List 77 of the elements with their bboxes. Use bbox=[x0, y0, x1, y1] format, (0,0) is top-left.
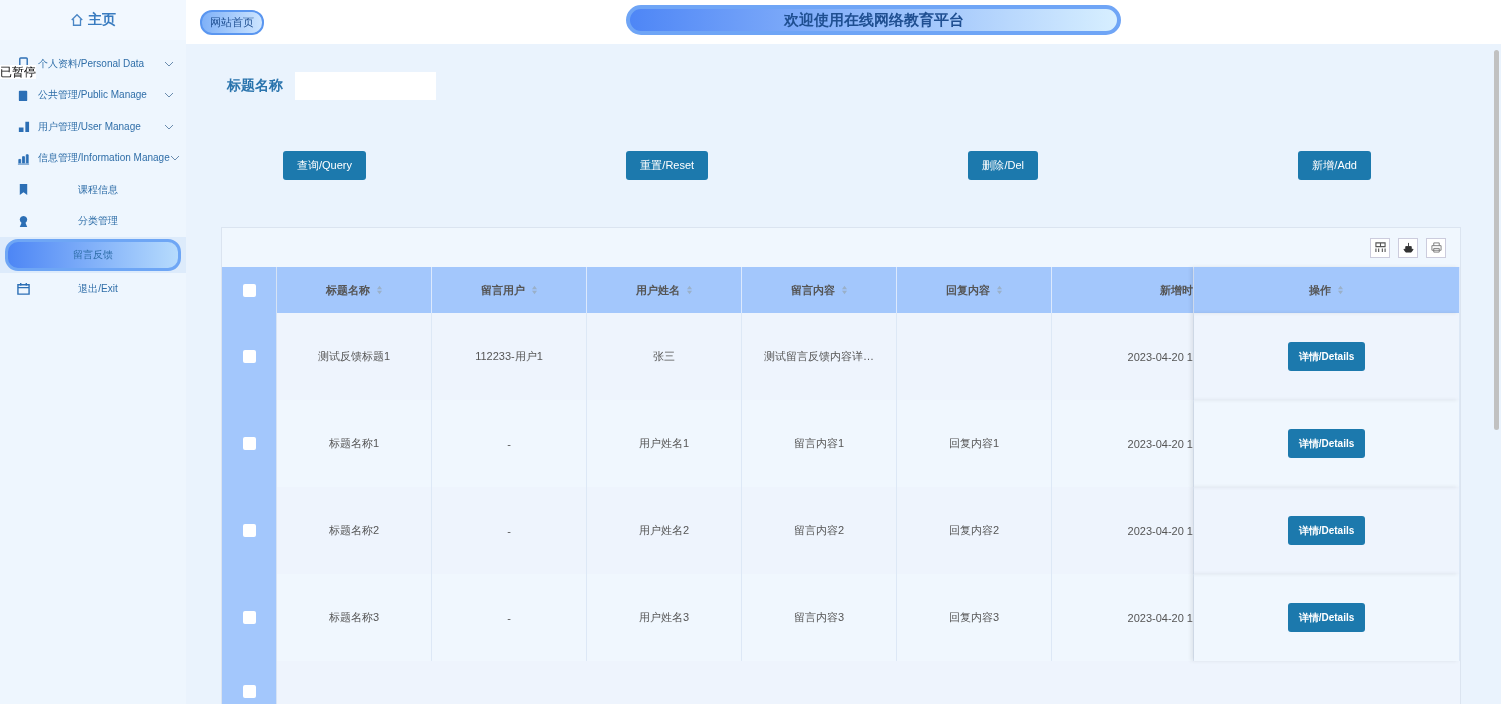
menu-icon bbox=[17, 282, 30, 296]
action-button[interactable]: 删除/Del bbox=[968, 151, 1039, 180]
table-cell: 用户姓名3 bbox=[638, 610, 690, 625]
column-header[interactable]: 留言用户 bbox=[432, 267, 587, 313]
action-button[interactable]: 查询/Query bbox=[283, 151, 366, 180]
table-cell: - bbox=[507, 524, 511, 537]
sort-icon[interactable] bbox=[1337, 285, 1344, 295]
sort-icon[interactable] bbox=[530, 285, 538, 295]
sort-icon[interactable] bbox=[840, 285, 848, 295]
menu-icon bbox=[17, 151, 30, 165]
checkbox[interactable] bbox=[242, 611, 256, 624]
sidebar-item[interactable]: 用户管理/User Manage bbox=[38, 119, 164, 134]
menu-icon bbox=[17, 214, 30, 228]
sidebar-item[interactable]: 个人资料/Personal Data bbox=[38, 56, 164, 71]
home-label: 主页 bbox=[88, 11, 116, 29]
column-header[interactable]: 回复内容 bbox=[897, 267, 1052, 313]
sidebar-item[interactable]: 留言反馈 bbox=[5, 239, 181, 271]
checkbox[interactable] bbox=[242, 437, 256, 450]
search-label: 标题名称 bbox=[227, 77, 283, 95]
table-cell: 测试反馈标题1 bbox=[317, 349, 391, 364]
table-cell: 张三 bbox=[653, 349, 675, 364]
column-header[interactable]: 操作 bbox=[1194, 267, 1460, 313]
home-link[interactable]: 主页 bbox=[0, 0, 186, 40]
sidebar-item[interactable]: 分类管理 bbox=[30, 214, 166, 229]
sort-icon[interactable] bbox=[995, 285, 1003, 295]
checkbox[interactable] bbox=[242, 350, 256, 363]
details-button[interactable]: 详情/Details bbox=[1287, 429, 1366, 458]
table-cell: 2023-04-20 1 bbox=[1127, 611, 1193, 624]
details-button[interactable]: 详情/Details bbox=[1287, 342, 1366, 371]
scrollbar[interactable] bbox=[1494, 50, 1499, 430]
columns-icon[interactable] bbox=[1370, 237, 1390, 258]
table-cell: 2023-04-20 1 bbox=[1127, 524, 1193, 537]
paused-label: 已暂停 bbox=[0, 65, 36, 79]
checkbox[interactable] bbox=[242, 524, 256, 537]
table-cell: 112233-用户1 bbox=[475, 349, 543, 364]
column-header[interactable]: 留言内容 bbox=[742, 267, 897, 313]
table-cell: 标题名称3 bbox=[328, 610, 380, 625]
checkbox[interactable] bbox=[242, 684, 256, 698]
welcome-banner: 欢迎使用在线网络教育平台 bbox=[626, 5, 1121, 35]
table-cell: 用户姓名2 bbox=[638, 523, 690, 538]
table-cell: 留言内容1 bbox=[793, 436, 845, 451]
chevron-down-icon bbox=[164, 60, 174, 67]
details-button[interactable]: 详情/Details bbox=[1287, 603, 1366, 632]
sidebar-item[interactable]: 课程信息 bbox=[30, 182, 166, 197]
details-button[interactable]: 详情/Details bbox=[1287, 516, 1366, 545]
site-home-link[interactable]: 网站首页 bbox=[200, 9, 264, 35]
checkbox[interactable] bbox=[242, 283, 256, 297]
sidebar-item[interactable]: 公共管理/Public Manage bbox=[38, 88, 164, 103]
table-cell: 留言内容3 bbox=[793, 610, 845, 625]
sidebar-item[interactable]: 退出/Exit bbox=[30, 281, 166, 296]
print-icon[interactable] bbox=[1426, 237, 1446, 258]
menu-icon bbox=[17, 183, 30, 197]
table-cell: 回复内容1 bbox=[948, 436, 1000, 451]
action-button[interactable]: 重置/Reset bbox=[626, 151, 709, 180]
table-cell: 回复内容2 bbox=[948, 523, 1000, 538]
chevron-down-icon bbox=[164, 92, 174, 99]
sort-icon[interactable] bbox=[375, 285, 383, 295]
column-header[interactable]: 用户姓名 bbox=[587, 267, 742, 313]
table-cell: 2023-04-20 1 bbox=[1127, 437, 1193, 450]
table-cell: 标题名称1 bbox=[328, 436, 380, 451]
table-cell: - bbox=[507, 611, 511, 624]
menu-icon bbox=[17, 120, 30, 134]
table-cell: 标题名称2 bbox=[328, 523, 380, 538]
action-button[interactable]: 新增/Add bbox=[1298, 151, 1371, 180]
sort-icon[interactable] bbox=[685, 285, 693, 295]
chevron-down-icon bbox=[164, 123, 174, 130]
table-cell: 用户姓名1 bbox=[638, 436, 690, 451]
chevron-down-icon bbox=[169, 155, 180, 162]
column-header[interactable]: 标题名称 bbox=[277, 267, 432, 313]
table-cell: 测试留言反馈内容详… bbox=[764, 349, 874, 364]
table-cell: 回复内容3 bbox=[948, 610, 1000, 625]
table-cell: 留言内容2 bbox=[793, 523, 845, 538]
table-cell: - bbox=[507, 437, 511, 450]
menu-icon bbox=[17, 88, 30, 102]
table-cell: 2023-04-20 1 bbox=[1127, 350, 1193, 363]
sidebar-item[interactable]: 信息管理/Information Manage bbox=[38, 151, 170, 166]
home-icon bbox=[70, 13, 84, 27]
